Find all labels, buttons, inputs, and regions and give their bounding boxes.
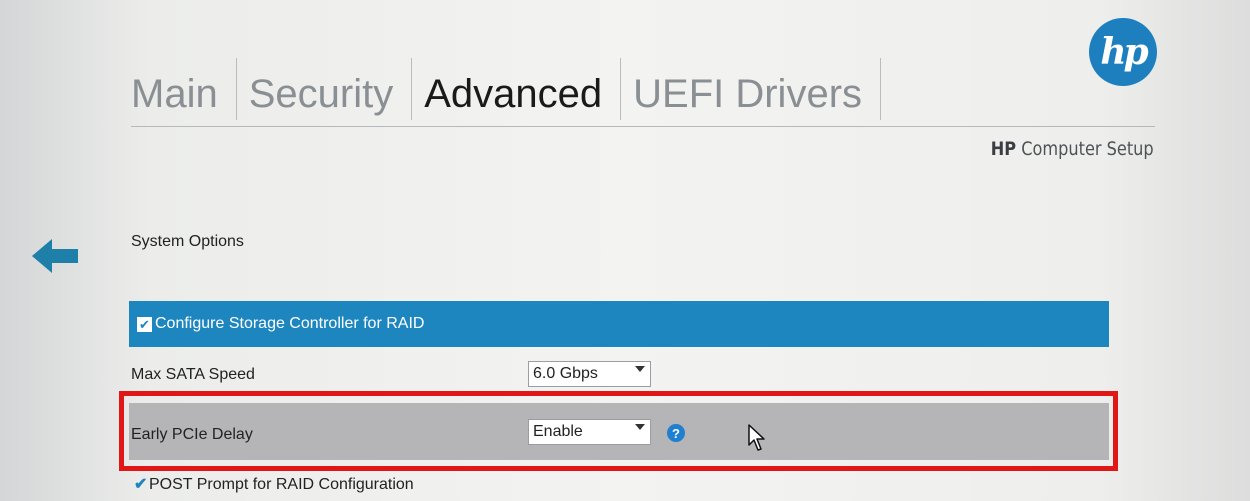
app-title: HP Computer Setup bbox=[991, 138, 1154, 160]
tab-advanced[interactable]: Advanced bbox=[424, 74, 602, 120]
app-title-text: Computer Setup bbox=[1016, 138, 1154, 160]
tab-security[interactable]: Security bbox=[249, 74, 394, 120]
raid-config-label: Configure Storage Controller for RAID bbox=[155, 315, 425, 332]
tab-divider bbox=[620, 58, 622, 120]
hp-logo-icon: hp bbox=[1089, 18, 1157, 86]
annotation-highlight-box bbox=[119, 391, 1118, 471]
tab-divider bbox=[235, 58, 237, 120]
raid-config-option-row[interactable]: ✔ Configure Storage Controller for RAID bbox=[129, 301, 1109, 347]
tab-divider bbox=[411, 58, 413, 120]
checkbox-icon[interactable]: ✔ bbox=[137, 316, 152, 332]
tab-main[interactable]: Main bbox=[131, 74, 218, 120]
tab-underline-rule bbox=[131, 126, 1155, 127]
section-title: System Options bbox=[131, 233, 244, 250]
sata-speed-dropdown[interactable]: 6.0 Gbps bbox=[528, 361, 651, 387]
chevron-down-icon bbox=[635, 366, 645, 372]
sata-speed-label: Max SATA Speed bbox=[131, 366, 255, 383]
post-prompt-label: POST Prompt for RAID Configuration bbox=[149, 476, 414, 493]
tab-divider bbox=[880, 58, 882, 120]
app-title-brand: HP bbox=[991, 138, 1017, 160]
back-arrow-icon[interactable] bbox=[30, 236, 80, 276]
checkmark-icon[interactable]: ✔ bbox=[134, 477, 149, 493]
tab-uefi-drivers[interactable]: UEFI Drivers bbox=[633, 74, 862, 120]
sata-speed-value: 6.0 Gbps bbox=[533, 365, 598, 382]
tab-bar: Main Security Advanced UEFI Drivers bbox=[131, 40, 893, 120]
hp-logo-text: hp bbox=[1100, 31, 1148, 73]
